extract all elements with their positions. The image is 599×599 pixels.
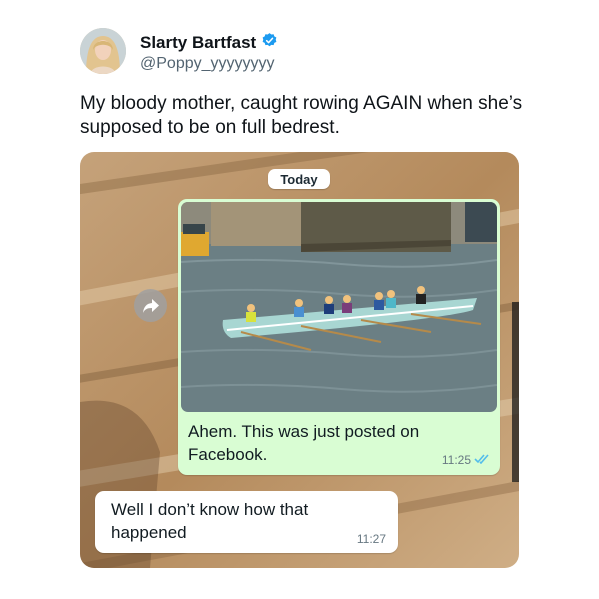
date-separator: Today <box>268 169 330 189</box>
tweet-media[interactable]: Today Ahem. This was just posted on Face… <box>80 152 519 568</box>
incoming-message-text: Well I don’t know how that happened <box>111 500 309 542</box>
outgoing-message-meta: 11:25 <box>442 453 490 467</box>
double-check-icon <box>474 453 490 467</box>
name-row: Slarty Bartfast <box>140 32 278 54</box>
incoming-message-time: 11:27 <box>356 532 386 546</box>
forward-icon[interactable] <box>134 289 167 322</box>
message-photo[interactable] <box>181 202 497 412</box>
verified-badge-icon <box>261 32 278 54</box>
outgoing-message-time: 11:25 <box>441 453 471 467</box>
avatar[interactable] <box>80 28 126 74</box>
display-name[interactable]: Slarty Bartfast <box>140 33 256 53</box>
incoming-message-bubble[interactable]: Well I don’t know how that happened 11:2… <box>95 491 398 553</box>
user-handle[interactable]: @Poppy_yyyyyyyy <box>140 55 275 73</box>
outgoing-message-bubble[interactable]: Ahem. This was just posted on Facebook. … <box>178 199 500 475</box>
tweet-text: My bloody mother, caught rowing AGAIN wh… <box>80 93 523 138</box>
